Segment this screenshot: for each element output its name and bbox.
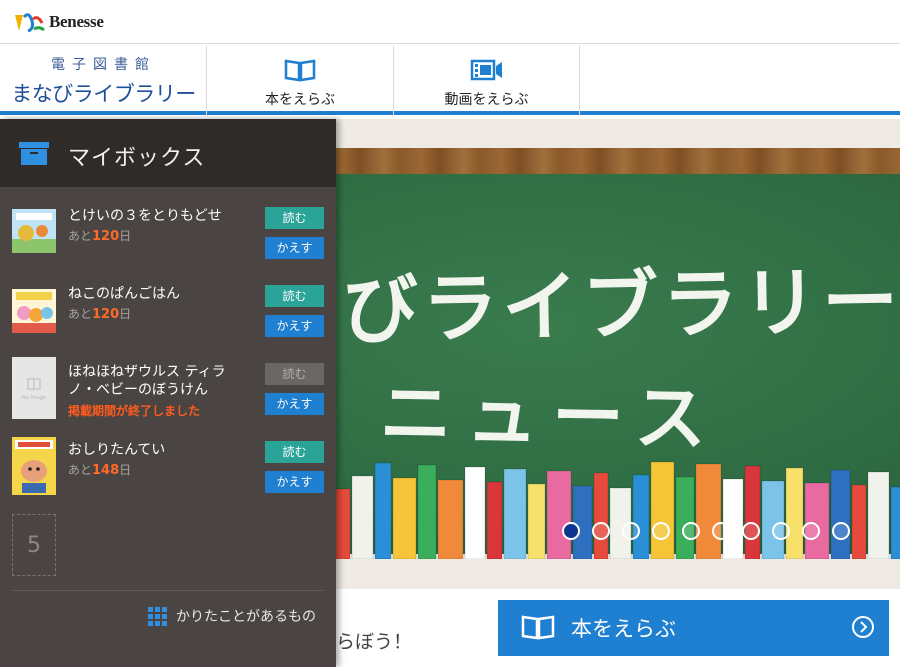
- book-spine: [675, 476, 695, 559]
- carousel-dot[interactable]: [592, 522, 610, 540]
- nav-select-videos[interactable]: 動画をえらぶ: [394, 45, 580, 115]
- book-icon: [284, 59, 316, 82]
- benesse-mark-icon: [15, 13, 45, 33]
- book-spine: [761, 480, 785, 559]
- book-spine: [335, 488, 351, 559]
- select-books-button[interactable]: 本をえらぶ: [498, 600, 889, 656]
- select-books-button-label: 本をえらぶ: [571, 617, 676, 641]
- return-button[interactable]: かえす: [265, 393, 324, 415]
- book-spine: [722, 478, 744, 559]
- loan-remaining: あと120日: [68, 229, 132, 244]
- return-button[interactable]: かえす: [265, 315, 324, 337]
- book-spine: [417, 464, 437, 559]
- book-title: とけいの３をとりもどせ: [68, 208, 222, 224]
- site-subtitle: 電子図書館: [51, 57, 156, 73]
- mybox-item: ねこのぱんごはん あと120日 読む かえす: [0, 285, 336, 363]
- book-title: ねこのぱんごはん: [68, 286, 180, 302]
- book-spine: [486, 481, 503, 559]
- loan-ended-notice: 掲載期間が終了しました: [68, 404, 201, 418]
- loan-remaining: あと120日: [68, 307, 132, 322]
- book-cover-placeholder[interactable]: No Image: [12, 357, 56, 419]
- mybox-item: No Image ほねほねザウルス ティラノ・ベビーのぼうけん 掲載期間が終了し…: [0, 357, 336, 441]
- book-spine: [695, 463, 722, 559]
- book-title: ほねほねザウルス ティラノ・ベビーのぼうけん: [68, 364, 226, 398]
- site-logo[interactable]: 電子図書館 まなびライブラリー: [0, 45, 207, 115]
- book-icon: [521, 615, 555, 640]
- book-spine: [830, 469, 851, 559]
- divider: [12, 590, 324, 591]
- site-title: まなびライブラリー: [11, 82, 196, 106]
- book-spine: [632, 474, 650, 559]
- book-spine: [374, 462, 392, 559]
- book-spine: [804, 482, 830, 559]
- book-cover[interactable]: [12, 437, 56, 495]
- carousel-dot[interactable]: [562, 522, 580, 540]
- borrowing-history-label: かりたことがあるもの: [176, 609, 316, 625]
- book-spine: [351, 475, 374, 559]
- read-button[interactable]: 読む: [265, 207, 324, 229]
- return-button[interactable]: かえす: [265, 471, 324, 493]
- benesse-wordmark: Benesse: [49, 12, 104, 31]
- read-button[interactable]: 読む: [265, 285, 324, 307]
- carousel-dot[interactable]: [652, 522, 670, 540]
- nav-select-videos-label: 動画をえらぶ: [444, 92, 529, 108]
- carousel-dot[interactable]: [622, 522, 640, 540]
- page: Benesse 電子図書館 まなびライブラリー 本をえらぶ 動画をえらぶ びライ…: [0, 0, 900, 667]
- empty-book-slot: 5: [12, 514, 56, 576]
- banner-heading-line2: ニュース: [379, 371, 721, 461]
- carousel-dot[interactable]: [772, 522, 790, 540]
- banner-heading-line1: びライブラリー: [341, 256, 900, 355]
- mybox-panel: マイボックス とけいの３をとりもどせ あと120日 読む かえす ねこのぱんごは…: [0, 119, 336, 667]
- return-button[interactable]: かえす: [265, 237, 324, 259]
- read-button[interactable]: 読む: [265, 441, 324, 463]
- mybox-item: おしりたんてい あと148日 読む かえす: [0, 437, 336, 519]
- no-image-label: No Image: [21, 395, 47, 401]
- book-cover[interactable]: [12, 209, 56, 253]
- book-spine: [867, 471, 890, 559]
- no-image-icon: [27, 378, 41, 390]
- carousel-dot[interactable]: [712, 522, 730, 540]
- book-spine: [392, 477, 417, 559]
- book-spine: [527, 483, 546, 559]
- mybox-item: とけいの３をとりもどせ あと120日 読む かえす: [0, 207, 336, 285]
- benesse-logo[interactable]: Benesse: [12, 8, 104, 36]
- book-spine: [546, 470, 572, 559]
- nav-select-books-label: 本をえらぶ: [265, 92, 335, 108]
- box-icon: [19, 142, 49, 165]
- book-cover[interactable]: [12, 289, 56, 333]
- grid-icon: [148, 607, 167, 626]
- carousel-dot[interactable]: [742, 522, 760, 540]
- carousel-dot[interactable]: [802, 522, 820, 540]
- carousel-dot[interactable]: [832, 522, 850, 540]
- chevron-right-circle-icon: [852, 616, 874, 638]
- mybox-title: マイボックス: [68, 146, 206, 171]
- book-title: おしりたんてい: [68, 442, 166, 458]
- carousel-dot[interactable]: [682, 522, 700, 540]
- book-spine: [785, 467, 804, 559]
- site-header: 電子図書館 まなびライブラリー 本をえらぶ 動画をえらぶ: [0, 45, 900, 115]
- carousel-dots: [562, 522, 862, 542]
- book-spine: [744, 465, 761, 559]
- book-spine: [437, 479, 464, 559]
- book-spine: [593, 472, 609, 559]
- film-icon: [470, 59, 502, 81]
- promo-text: らぼう！: [336, 631, 413, 653]
- book-spine: [464, 466, 486, 559]
- read-button-disabled: 読む: [265, 363, 324, 385]
- nav-select-books[interactable]: 本をえらぶ: [207, 45, 394, 115]
- book-spine: [650, 461, 675, 559]
- book-spine: [503, 468, 527, 559]
- loan-remaining: あと148日: [68, 463, 132, 478]
- mybox-header[interactable]: マイボックス: [0, 119, 336, 187]
- book-spine: [890, 486, 900, 559]
- top-bar: Benesse: [0, 0, 900, 44]
